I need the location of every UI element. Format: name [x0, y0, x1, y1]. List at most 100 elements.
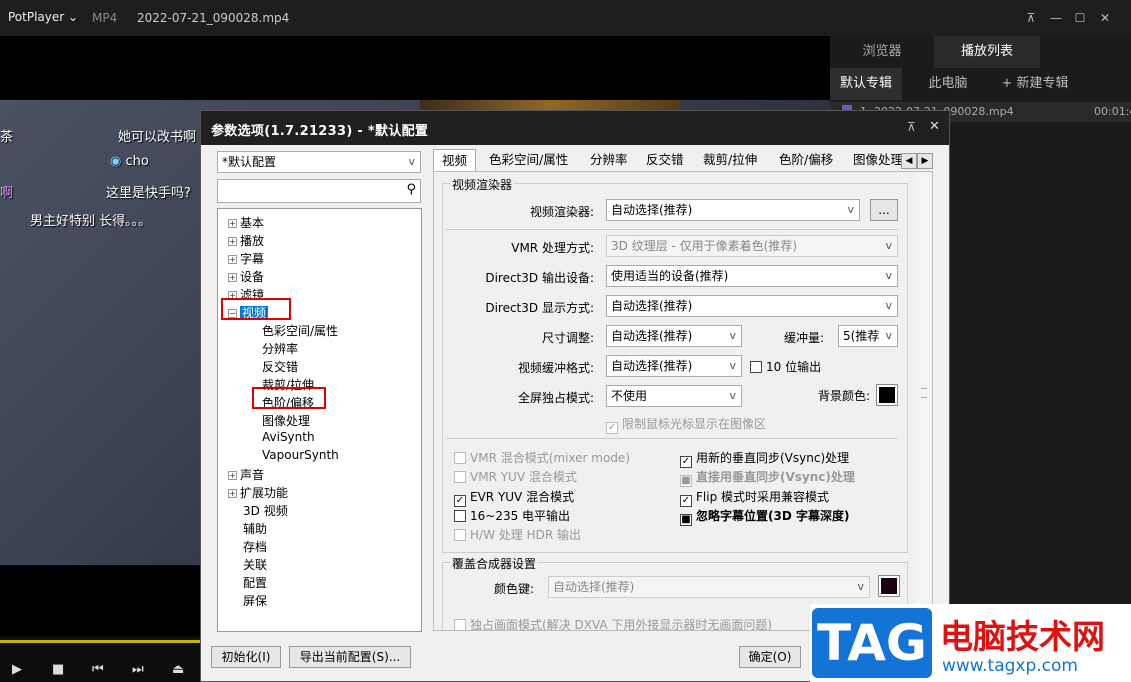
- eject-icon[interactable]: ⏏: [172, 662, 184, 677]
- tab-levels[interactable]: 色阶/偏移: [779, 149, 833, 171]
- tree-item[interactable]: 3D 视频: [243, 502, 288, 519]
- tree-item[interactable]: + 基本: [228, 214, 264, 231]
- next-icon[interactable]: ⏭: [132, 662, 144, 677]
- tree-item[interactable]: + 字幕: [228, 250, 264, 267]
- new-vsync-checkbox[interactable]: ✓ 用新的垂直同步(Vsync)处理: [680, 449, 849, 468]
- evr-yuv-checkbox[interactable]: ✓ EVR YUV 混合模式: [454, 488, 574, 507]
- tab-scroll-right[interactable]: ▶: [917, 153, 933, 169]
- title-bar: PotPlayer ⌄ MP4 2022-07-21_090028.mp4 ⊼ …: [0, 0, 1131, 36]
- watermark-title: 电脑技术网: [940, 617, 1105, 656]
- renderer-group-title: 视频渲染器: [450, 176, 515, 193]
- chat-line: 男主好特别 长得。。。: [30, 214, 152, 229]
- tab-scroll-left[interactable]: ◀: [901, 153, 917, 169]
- export-config-button[interactable]: 导出当前配置(S)...: [289, 646, 411, 668]
- tenbit-checkbox[interactable]: 10 位输出: [750, 358, 821, 375]
- tree-item[interactable]: + 设备: [228, 268, 264, 285]
- app-menu-button[interactable]: PotPlayer ⌄: [8, 10, 78, 24]
- vmr-select[interactable]: 3D 纹理层 - 仅用于像素着色(推荐) v: [606, 235, 898, 257]
- ignore-subtitle-position-checkbox[interactable]: ■ 忽略字幕位置(3D 字幕深度): [680, 507, 849, 526]
- profile-select[interactable]: *默认配置 v: [217, 151, 421, 173]
- pin-icon[interactable]: ⊼: [1022, 9, 1040, 27]
- tree-item[interactable]: VapourSynth: [262, 448, 339, 462]
- overlay-group-title: 覆盖合成器设置: [450, 555, 539, 572]
- direct-vsync-checkbox[interactable]: ■ 直接用垂直同步(Vsync)处理: [680, 468, 855, 487]
- dialog-title-bar: 参数选项(1.7.21233) - *默认配置 ⊼ ✕: [201, 111, 949, 145]
- highlight-box-video: [221, 298, 291, 320]
- tree-item[interactable]: 配置: [243, 574, 267, 591]
- colorkey-select[interactable]: 自动选择(推荐) v: [548, 576, 870, 598]
- buffer-format-label: 视频缓冲格式:: [517, 361, 594, 375]
- vmr-mixer-checkbox[interactable]: VMR 混合模式(mixer mode): [454, 449, 630, 466]
- pin-icon[interactable]: ⊼: [907, 120, 916, 134]
- subtab-default-album[interactable]: 默认专辑: [830, 68, 902, 100]
- minimize-icon[interactable]: —: [1047, 9, 1065, 27]
- resize-select[interactable]: 自动选择(推荐) v: [606, 325, 742, 347]
- resize-label: 尺寸调整:: [541, 331, 594, 345]
- tree-item[interactable]: 屏保: [243, 592, 267, 609]
- search-input[interactable]: ⚲: [217, 179, 421, 203]
- subtab-new-album[interactable]: + 新建专辑: [990, 68, 1080, 100]
- chat-line: 她可以改书啊: [118, 130, 197, 145]
- chat-user: ◉ cho: [110, 154, 149, 169]
- settings-pane: 视频渲染器 视频渲染器: 自动选择(推荐) v ... VMR 处理方式: 3D …: [433, 171, 933, 631]
- d3d-output-select[interactable]: 使用适当的设备(推荐) v: [606, 265, 898, 287]
- tab-image-processing[interactable]: 图像处理: [853, 149, 901, 171]
- stop-icon[interactable]: ■: [52, 662, 64, 677]
- tab-browser[interactable]: 浏览器: [830, 36, 934, 68]
- tree-item[interactable]: 色彩空间/属性: [262, 322, 338, 339]
- tree-item[interactable]: AviSynth: [262, 430, 315, 444]
- highlight-box-levels: [252, 387, 326, 409]
- buffer-select[interactable]: 5(推荐 v: [838, 325, 898, 347]
- vmr-label: VMR 处理方式:: [511, 241, 594, 255]
- tree-item[interactable]: 存档: [243, 538, 267, 555]
- tree-item[interactable]: + 声音: [228, 466, 264, 483]
- tree-item[interactable]: 分辨率: [262, 340, 298, 357]
- tab-resolution[interactable]: 分辨率: [590, 149, 628, 171]
- maximize-icon[interactable]: ☐: [1071, 9, 1089, 27]
- level-16-235-checkbox[interactable]: 16~235 电平输出: [454, 507, 570, 524]
- renderer-select[interactable]: 自动选择(推荐) v: [606, 199, 860, 221]
- tree-item[interactable]: 关联: [243, 556, 267, 573]
- subtab-this-pc[interactable]: 此电脑: [910, 68, 986, 100]
- bgcolor-swatch[interactable]: [876, 384, 898, 406]
- hw-hdr-checkbox[interactable]: H/W 处理 HDR 输出: [454, 526, 581, 543]
- tab-deinterlace[interactable]: 反交错: [646, 149, 684, 171]
- renderer-settings-button[interactable]: ...: [870, 199, 898, 221]
- flip-compat-checkbox[interactable]: ✓ Flip 模式时采用兼容模式: [680, 488, 829, 507]
- tree-item[interactable]: 图像处理: [262, 412, 310, 429]
- tab-playlist[interactable]: 播放列表: [934, 36, 1040, 68]
- playlist-item-time: 00:01:4: [1094, 105, 1131, 118]
- tag-logo: TAG: [812, 608, 932, 678]
- file-name: 2022-07-21_090028.mp4: [137, 11, 290, 25]
- cursor-limit-checkbox[interactable]: ✓ 限制鼠标光标显示在图像区: [606, 415, 766, 434]
- ok-button[interactable]: 确定(O): [739, 646, 801, 668]
- tab-crop[interactable]: 裁剪/拉伸: [703, 149, 757, 171]
- fullscreen-select[interactable]: 不使用 v: [606, 385, 742, 407]
- tree-item[interactable]: + 播放: [228, 232, 264, 249]
- prev-icon[interactable]: ⏮: [92, 662, 104, 677]
- d3d-output-label: Direct3D 输出设备:: [485, 271, 594, 285]
- play-icon[interactable]: ▶: [12, 662, 22, 677]
- tree-item[interactable]: 辅助: [243, 520, 267, 537]
- colorkey-label: 颜色键:: [493, 582, 534, 596]
- scrollbar[interactable]: [916, 172, 932, 630]
- preferences-dialog: 参数选项(1.7.21233) - *默认配置 ⊼ ✕ *默认配置 v ⚲ + 基本…: [200, 110, 950, 682]
- tab-video[interactable]: 视频: [433, 149, 477, 171]
- init-button[interactable]: 初始化(I): [211, 646, 281, 668]
- fullscreen-label: 全屏独占模式:: [517, 391, 594, 405]
- d3d-display-select[interactable]: 自动选择(推荐) v: [606, 295, 898, 317]
- divider: [446, 229, 898, 230]
- close-icon[interactable]: ✕: [1096, 9, 1114, 27]
- colorkey-swatch[interactable]: [878, 575, 900, 597]
- vmr-yuv-checkbox[interactable]: VMR YUV 混合模式: [454, 468, 577, 485]
- buffer-label: 缓冲量:: [783, 331, 824, 345]
- exclusive-mode-checkbox[interactable]: 独占画面模式(解决 DXVA 下用外接显示器时无画面问题): [454, 616, 772, 630]
- divider: [446, 438, 898, 439]
- chat-line: 茶: [0, 130, 14, 145]
- close-icon[interactable]: ✕: [929, 119, 940, 134]
- tree-item[interactable]: + 扩展功能: [228, 484, 288, 501]
- watermark: TAG 电脑技术网 www.tagxp.com: [810, 604, 1131, 682]
- tree-item[interactable]: 反交错: [262, 358, 298, 375]
- buffer-format-select[interactable]: 自动选择(推荐) v: [606, 355, 742, 377]
- tab-colorspace[interactable]: 色彩空间/属性: [489, 149, 568, 171]
